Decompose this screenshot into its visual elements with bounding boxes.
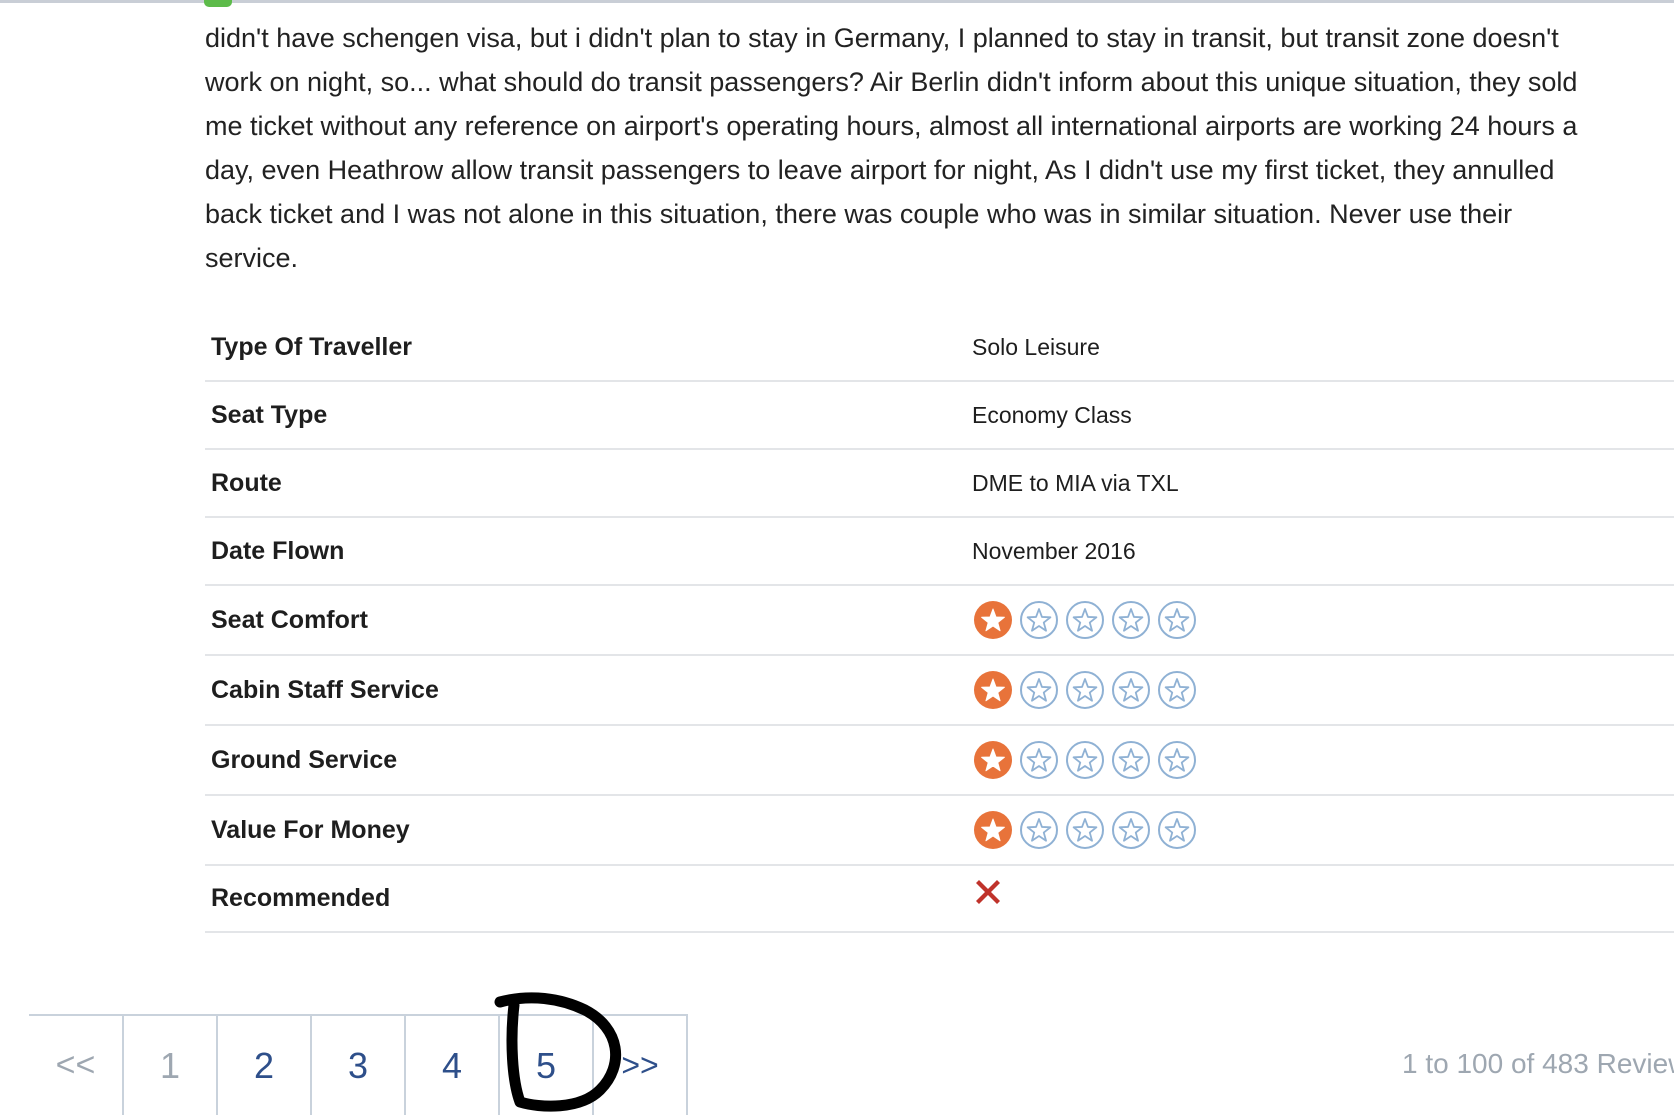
pagination: << 1 2 3 4 5 >> (29, 1014, 688, 1115)
details-label: Date Flown (205, 517, 967, 586)
details-value: Economy Class (967, 381, 1674, 450)
details-value: Solo Leisure (967, 314, 1674, 382)
details-row-route: Route DME to MIA via TXL (205, 449, 1674, 518)
star-empty-icon (1066, 741, 1104, 779)
star-empty-icon (1112, 811, 1150, 849)
pagination-page-2[interactable]: 2 (216, 1016, 310, 1115)
details-value: DME to MIA via TXL (967, 449, 1674, 518)
details-label: Seat Comfort (205, 585, 967, 656)
star-filled-icon (974, 671, 1012, 709)
star-rating (972, 809, 1668, 851)
star-empty-icon (1020, 671, 1058, 709)
details-row-recommended: Recommended (205, 865, 1674, 933)
star-empty-icon (1112, 671, 1150, 709)
star-empty-icon (1158, 741, 1196, 779)
details-row-seat-comfort: Seat Comfort (205, 585, 1674, 656)
star-empty-icon (1066, 811, 1104, 849)
details-value: November 2016 (967, 517, 1674, 586)
star-empty-icon (1066, 671, 1104, 709)
pagination-prev[interactable]: << (29, 1016, 122, 1115)
pagination-page-1: 1 (122, 1016, 216, 1115)
star-empty-icon (1066, 601, 1104, 639)
details-row-type-of-traveller: Type Of Traveller Solo Leisure (205, 314, 1674, 382)
details-row-seat-type: Seat Type Economy Class (205, 381, 1674, 450)
details-label: Cabin Staff Service (205, 655, 967, 726)
details-label: Route (205, 449, 967, 518)
details-row-value-for-money: Value For Money (205, 795, 1674, 866)
details-label: Seat Type (205, 381, 967, 450)
star-filled-icon (974, 811, 1012, 849)
star-empty-icon (1158, 811, 1196, 849)
star-rating (972, 739, 1668, 781)
star-empty-icon (1158, 601, 1196, 639)
star-empty-icon (1112, 601, 1150, 639)
top-divider (0, 0, 1674, 3)
star-empty-icon (1158, 671, 1196, 709)
star-rating (972, 669, 1668, 711)
star-empty-icon (1020, 601, 1058, 639)
star-empty-icon (1112, 741, 1150, 779)
pagination-page-4[interactable]: 4 (404, 1016, 498, 1115)
red-x-icon (976, 879, 1000, 904)
details-label: Recommended (205, 865, 967, 933)
details-row-ground-service: Ground Service (205, 725, 1674, 796)
review-badge-edge (204, 0, 232, 7)
review-body-text: didn't have schengen visa, but i didn't … (205, 23, 1578, 273)
details-row-date-flown: Date Flown November 2016 (205, 517, 1674, 586)
results-summary: 1 to 100 of 483 Reviews (1402, 1048, 1674, 1079)
details-label: Ground Service (205, 725, 967, 796)
pagination-page-3[interactable]: 3 (310, 1016, 404, 1115)
details-label: Type Of Traveller (205, 314, 967, 382)
details-label: Value For Money (205, 795, 967, 866)
star-filled-icon (974, 741, 1012, 779)
pagination-next[interactable]: >> (592, 1016, 686, 1115)
star-empty-icon (1020, 811, 1058, 849)
star-filled-icon (974, 601, 1012, 639)
pagination-page-5[interactable]: 5 (498, 1016, 592, 1115)
review-details-table: Type Of Traveller Solo Leisure Seat Type… (205, 314, 1674, 933)
details-row-cabin-staff-service: Cabin Staff Service (205, 655, 1674, 726)
star-rating (972, 599, 1668, 641)
star-empty-icon (1020, 741, 1058, 779)
